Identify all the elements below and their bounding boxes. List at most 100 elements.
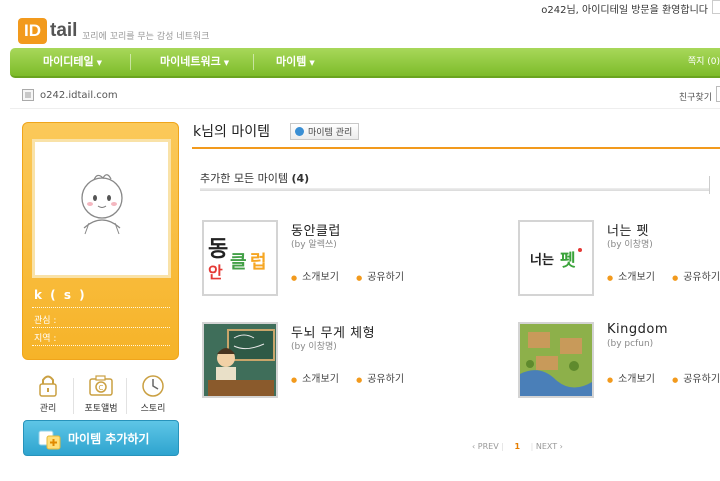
neoneun-pet-logo: 너는 펫: [520, 222, 592, 294]
nav-item-mydetail[interactable]: 마이디테일 ▼: [43, 48, 102, 76]
bullet-icon: ●: [672, 376, 679, 384]
add-item-icon: [36, 426, 62, 450]
nav-item-myitem[interactable]: 마이템 ▼: [276, 48, 315, 76]
divider: [73, 378, 74, 414]
shortcut-label: 포토앨범: [84, 404, 118, 414]
bullet-icon: ●: [291, 274, 298, 282]
divider: [10, 108, 720, 109]
section-end: [709, 176, 720, 194]
share-link[interactable]: 공유하기: [683, 272, 720, 283]
story-shortcut[interactable]: 스토리: [127, 372, 179, 414]
item-name[interactable]: Kingdom: [607, 322, 668, 337]
chevron-down-icon: ▼: [309, 59, 315, 67]
prev-arrow-icon: ‹: [472, 442, 476, 451]
lock-icon: [35, 372, 61, 398]
profile-region: 지역 :: [34, 334, 57, 344]
item-author: (by 알렉쓰): [291, 240, 337, 250]
friend-search-label[interactable]: 친구찾기: [679, 90, 712, 103]
divider: |: [530, 442, 534, 451]
share-link[interactable]: 공유하기: [367, 272, 404, 283]
bullet-icon: ●: [607, 376, 614, 384]
item-actions: ● 소개보기 ● 공유하기: [607, 370, 720, 385]
bullet-icon: ●: [356, 274, 363, 282]
chevron-down-icon: ▼: [96, 59, 102, 67]
manage-icon: [295, 127, 304, 136]
welcome-message: o242님, 아이디테일 방문을 환영합니다: [541, 5, 708, 16]
profile-card: k ( s ) 관심 : 지역 :: [22, 122, 179, 360]
add-myitem-button[interactable]: 마이템 추가하기: [23, 420, 179, 456]
divider: [32, 345, 170, 346]
item-actions: ● 소개보기 ● 공유하기: [291, 268, 418, 283]
item-author: (by 이창명): [607, 240, 653, 250]
section-title: 추가한 모든 마이템: [200, 172, 288, 185]
divider: [32, 307, 170, 308]
next-arrow-icon: ›: [559, 442, 563, 451]
section-rule: [200, 188, 710, 191]
bullet-icon: ●: [607, 274, 614, 282]
item-author: (by 이창명): [291, 342, 337, 352]
homepage-url[interactable]: o242.idtail.com: [22, 89, 118, 101]
svg-text:펫: 펫: [560, 251, 576, 271]
svg-text:C: C: [99, 384, 104, 392]
item-author: (by pcfun): [607, 339, 654, 349]
divider: |: [501, 442, 504, 451]
kingdom-map-illustration: [520, 324, 592, 396]
bullet-icon: ●: [672, 274, 679, 282]
nav-label: 마이디테일: [43, 55, 94, 68]
item-thumbnail[interactable]: [202, 322, 278, 398]
current-page[interactable]: 1: [514, 442, 520, 451]
shortcut-label: 관리: [39, 404, 57, 414]
manage-shortcut[interactable]: 관리: [22, 372, 74, 414]
bullet-icon: ●: [356, 376, 363, 384]
next-page-link[interactable]: NEXT: [536, 442, 557, 451]
svg-text:너는: 너는: [530, 252, 554, 268]
share-link[interactable]: 공유하기: [367, 374, 404, 385]
share-link[interactable]: 공유하기: [683, 374, 720, 385]
item-thumbnail[interactable]: 동 안 클 럽: [202, 220, 278, 296]
nav-label: 마이네트워크: [160, 55, 221, 68]
main-nav: 마이디테일 ▼ 마이네트워크 ▼ 마이템 ▼ 쪽지 (0): [10, 48, 720, 78]
message-link[interactable]: 쪽지 (0): [688, 48, 720, 76]
manage-myitem-button[interactable]: 마이템 관리: [290, 123, 360, 140]
page: ID tail 꼬리에 꼬리를 무는 감성 네트워크 o242님, 아이디테일 …: [0, 0, 720, 481]
manage-button-label: 마이템 관리: [308, 128, 353, 138]
intro-link[interactable]: 소개보기: [618, 272, 655, 283]
svg-text:럽: 럽: [250, 252, 267, 273]
item-thumbnail[interactable]: 너는 펫: [518, 220, 594, 296]
profile-name: k ( s ): [34, 288, 87, 302]
logo-tail-text: tail: [50, 20, 78, 41]
brain-weight-illustration: [204, 324, 276, 396]
clock-icon: [140, 372, 166, 398]
logo-id-mark: ID: [18, 18, 47, 44]
shortcut-label: 스토리: [140, 404, 166, 414]
prev-page-link[interactable]: PREV: [478, 442, 499, 451]
page-title: k님의 마이템: [193, 124, 270, 140]
pagination: ‹ PREV | 1 | NEXT ›: [472, 442, 563, 451]
title-underline: [192, 147, 720, 149]
profile-photo: [32, 139, 171, 278]
divider: [32, 327, 170, 328]
svg-text:클: 클: [230, 252, 247, 273]
header-tab-edge: [712, 0, 720, 14]
item-thumbnail[interactable]: [518, 322, 594, 398]
section-header: 추가한 모든 마이템 (4): [200, 170, 712, 190]
dongan-club-logo: 동 안 클 럽: [204, 222, 276, 294]
url-text: o242.idtail.com: [40, 89, 118, 101]
intro-link[interactable]: 소개보기: [618, 374, 655, 385]
profile-interest: 관심 :: [34, 316, 57, 326]
friend-search-input[interactable]: [716, 86, 720, 102]
nav-item-mynetwork[interactable]: 마이네트워크 ▼: [160, 48, 229, 76]
chevron-down-icon: ▼: [223, 59, 230, 67]
item-count: (4): [291, 172, 310, 185]
bullet-icon: ●: [291, 376, 298, 384]
item-actions: ● 소개보기 ● 공유하기: [607, 268, 720, 283]
add-button-label: 마이템 추가하기: [68, 431, 150, 446]
intro-link[interactable]: 소개보기: [302, 272, 339, 283]
logo-slogan: 꼬리에 꼬리를 무는 감성 네트워크: [82, 32, 210, 42]
intro-link[interactable]: 소개보기: [302, 374, 339, 385]
svg-text:안: 안: [208, 263, 223, 282]
nav-divider: [253, 54, 254, 70]
photo-album-shortcut[interactable]: C 포토앨범: [75, 372, 127, 414]
idtail-logo[interactable]: ID tail: [18, 18, 77, 44]
item-actions: ● 소개보기 ● 공유하기: [291, 370, 418, 385]
